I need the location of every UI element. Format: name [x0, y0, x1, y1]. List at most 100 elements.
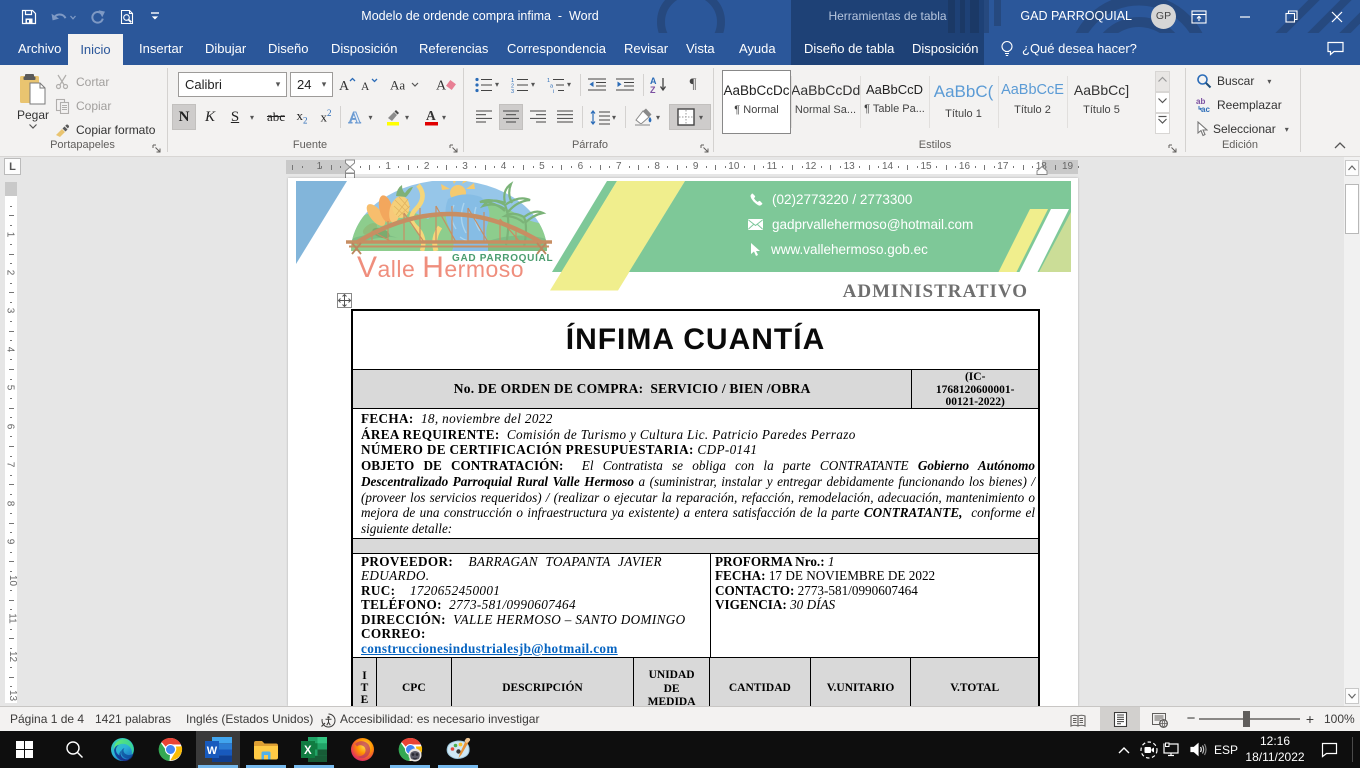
word-count[interactable]: 1421 palabras [95, 707, 171, 731]
right-indent-marker[interactable] [1036, 166, 1048, 175]
decrease-indent-button[interactable] [585, 72, 609, 97]
superscript-button[interactable]: x2 [315, 104, 337, 130]
taskbar-explorer-icon[interactable] [244, 731, 288, 768]
vertical-scrollbar[interactable] [1344, 157, 1360, 706]
font-size-combo[interactable]: 24▾ [290, 72, 333, 97]
shading-button[interactable]: ▾ [629, 104, 665, 130]
copy-button[interactable]: Copiar [55, 98, 111, 114]
zoom-slider-thumb[interactable] [1243, 711, 1250, 727]
clipboard-dialog-launcher[interactable] [152, 143, 162, 153]
zoom-out-button[interactable]: − [1183, 707, 1199, 731]
taskbar-paint-icon[interactable] [436, 731, 480, 768]
tab-revisar[interactable]: Revisar [620, 33, 672, 65]
font-color-button[interactable]: A ▾ [418, 104, 452, 130]
tab-disposicion[interactable]: Disposición [327, 33, 401, 65]
style-item-4[interactable]: AaBbC(Título 1 [929, 70, 998, 134]
save-button[interactable] [14, 0, 44, 33]
print-preview-button[interactable] [112, 0, 142, 33]
taskbar-word-icon[interactable]: W [196, 731, 240, 768]
align-left-button[interactable] [472, 104, 496, 130]
underline-button[interactable]: S [224, 104, 246, 130]
minimize-button[interactable] [1222, 0, 1268, 33]
change-case-button[interactable]: Aa [388, 72, 422, 97]
find-button[interactable]: Buscar▾ [1196, 73, 1271, 89]
font-name-combo[interactable]: Calibri▾ [178, 72, 287, 97]
underline-dropdown[interactable]: ▾ [246, 104, 258, 130]
document-table[interactable]: ÍNFIMA CUANTÍA No. DE ORDEN DE COMPRA: S… [352, 310, 1039, 706]
cut-button[interactable]: Cortar [55, 74, 109, 90]
vertical-ruler[interactable]: 12345678910111213 [5, 182, 17, 703]
scroll-up-arrow[interactable] [1345, 160, 1359, 176]
document-page[interactable]: GAD PARROQUIAL Valle Hermoso (02)2773220… [288, 178, 1078, 706]
tab-diseno[interactable]: Diseño [264, 33, 312, 65]
customize-qat-button[interactable] [142, 0, 168, 33]
subscript-button[interactable]: x2 [291, 104, 313, 130]
scroll-down-arrow[interactable] [1345, 688, 1359, 704]
scrollbar-thumb[interactable] [1345, 184, 1359, 234]
horizontal-ruler[interactable]: 112345678910111213141516171819 [286, 160, 1078, 174]
tray-chevron-icon[interactable] [1112, 731, 1136, 768]
tab-dibujar[interactable]: Dibujar [201, 33, 250, 65]
font-dialog-launcher[interactable] [449, 143, 459, 153]
tray-language[interactable]: ESP [1212, 731, 1240, 768]
restore-button[interactable] [1268, 0, 1314, 33]
clear-formatting-button[interactable]: A [434, 72, 459, 97]
taskbar-edge-icon[interactable] [100, 731, 144, 768]
taskbar-excel-icon[interactable]: X [292, 731, 336, 768]
ribbon-display-options-button[interactable] [1176, 0, 1222, 33]
feedback-icon[interactable] [1327, 41, 1344, 61]
tray-recorder-icon[interactable] [1138, 731, 1160, 768]
style-item-5[interactable]: AaBbCcETítulo 2 [998, 70, 1067, 134]
tray-network-icon[interactable] [1160, 731, 1184, 768]
start-button[interactable] [2, 731, 46, 768]
print-layout-button[interactable] [1100, 707, 1140, 731]
redo-button[interactable] [82, 0, 112, 33]
numbering-button[interactable]: 1 2 3 ▾ [508, 72, 538, 97]
borders-button[interactable]: ▾ [669, 104, 711, 130]
show-paragraph-marks-button[interactable]: ¶ [681, 72, 705, 97]
styles-more-button[interactable] [1155, 113, 1170, 134]
text-effects-button[interactable]: A ▾ [344, 104, 376, 130]
tab-diseno-de-tabla[interactable]: Diseño de tabla [800, 33, 898, 65]
undo-button[interactable] [44, 0, 82, 33]
accessibility-status[interactable]: Accesibilidad: es necesario investigar [340, 707, 539, 731]
line-spacing-button[interactable]: ▾ [586, 104, 620, 130]
indent-markers[interactable] [344, 159, 356, 180]
style-item-6[interactable]: AaBbCc]Título 5 [1067, 70, 1136, 134]
taskbar-search-button[interactable] [52, 731, 96, 768]
language-indicator[interactable]: Inglés (Estados Unidos) [186, 707, 313, 731]
style-item-1[interactable]: AaBbCcDc¶ Normal [722, 70, 791, 134]
select-button[interactable]: Seleccionar▾ [1196, 121, 1289, 137]
style-item-3[interactable]: AaBbCcD¶ Table Pa... [860, 70, 929, 134]
tab-stop-selector[interactable]: L [4, 158, 21, 175]
tell-me-box[interactable]: ¿Qué desea hacer? [1022, 33, 1137, 65]
taskbar-chrome-app-icon[interactable] [388, 731, 432, 768]
zoom-level[interactable]: 100% [1324, 707, 1355, 731]
tray-notification-icon[interactable] [1316, 731, 1342, 768]
taskbar-firefox-icon[interactable] [340, 731, 384, 768]
grow-font-button[interactable]: A [337, 72, 358, 97]
tray-volume-icon[interactable] [1186, 731, 1210, 768]
close-button[interactable] [1314, 0, 1360, 33]
increase-indent-button[interactable] [613, 72, 637, 97]
justify-button[interactable] [553, 104, 577, 130]
align-right-button[interactable] [526, 104, 550, 130]
strikethrough-button[interactable]: abc [263, 104, 289, 130]
tab-archivo[interactable]: Archivo [14, 33, 65, 65]
paragraph-dialog-launcher[interactable] [700, 143, 710, 153]
highlight-button[interactable]: ▾ [380, 104, 414, 130]
format-painter-button[interactable]: Copiar formato [55, 122, 155, 138]
tab-correspondencia[interactable]: Correspondencia [503, 33, 610, 65]
tray-clock[interactable]: 12:16 18/11/2022 [1244, 733, 1306, 765]
styles-scroll-up[interactable] [1155, 71, 1170, 92]
shrink-font-button[interactable]: A [359, 72, 380, 97]
tab-vista[interactable]: Vista [682, 33, 719, 65]
styles-scroll-down[interactable] [1155, 92, 1170, 113]
styles-dialog-launcher[interactable] [1168, 143, 1178, 153]
tab-inicio[interactable]: Inicio [68, 34, 123, 65]
paste-button[interactable]: Pegar [10, 70, 56, 132]
tab-insertar[interactable]: Insertar [135, 33, 187, 65]
page-indicator[interactable]: Página 1 de 4 [10, 707, 84, 731]
tab-disposicion-tabla[interactable]: Disposición [908, 33, 982, 65]
account-avatar[interactable]: GP [1151, 4, 1176, 29]
